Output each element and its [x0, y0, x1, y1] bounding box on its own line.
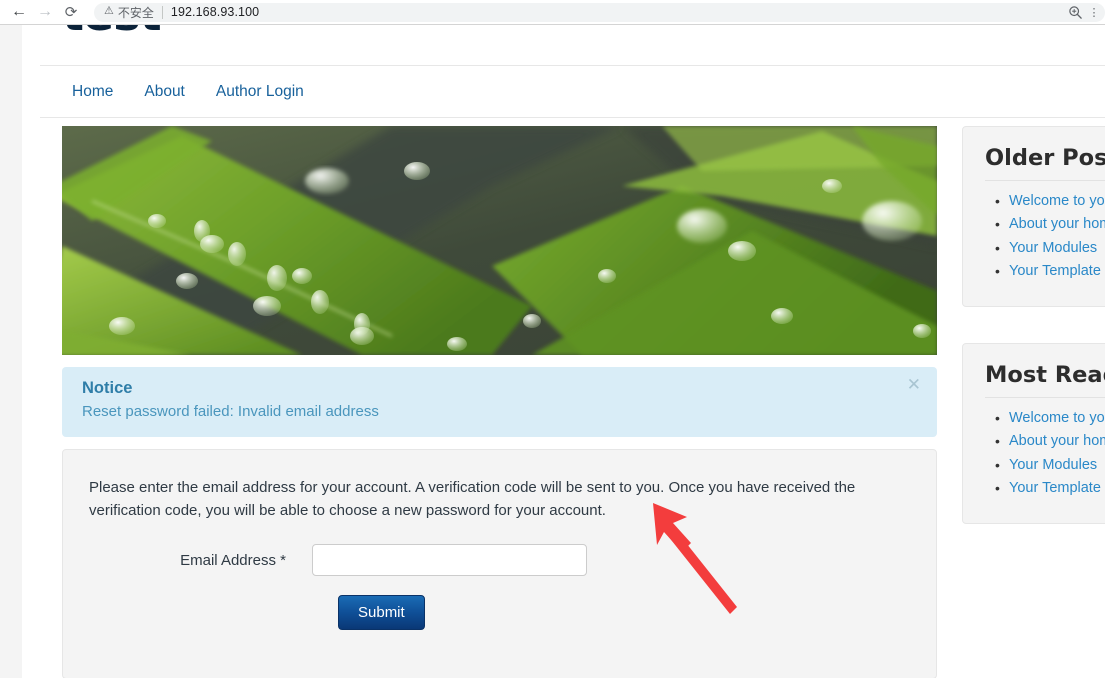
site-logo-text: test	[62, 25, 162, 37]
nav-item-about[interactable]: About	[144, 83, 185, 101]
sidebar-box-older-posts: Older Posts Welcome to your blog! About …	[962, 126, 1105, 307]
browser-toolbar: ← → ⟳ ⚠ 不安全 192.168.93.100 ⋮	[0, 0, 1105, 25]
back-arrow-icon[interactable]: ←	[6, 0, 32, 24]
sidebar: Older Posts Welcome to your blog! About …	[962, 126, 1105, 524]
older-posts-list: Welcome to your blog! About your home pa…	[985, 190, 1105, 284]
list-item[interactable]: Your Modules	[995, 237, 1105, 260]
address-bar[interactable]: ⚠ 不安全 192.168.93.100	[94, 2, 1105, 22]
sidebar-title-most-read-posts: Most Read Posts	[985, 362, 1105, 398]
email-field-label: Email Address *	[180, 551, 286, 569]
hero-image	[62, 126, 937, 355]
security-status-label: 不安全	[117, 5, 154, 20]
url-text: 192.168.93.100	[170, 5, 260, 19]
warning-triangle-icon: ⚠	[104, 5, 114, 17]
notice-alert: Notice Reset password failed: Invalid em…	[62, 367, 937, 437]
nav-list: Home About Author Login	[40, 66, 1105, 117]
browser-menu-icon[interactable]: ⋮	[1087, 6, 1101, 19]
nav-item-author-login[interactable]: Author Login	[216, 83, 304, 101]
list-item[interactable]: Your Modules	[995, 454, 1105, 477]
email-input[interactable]	[312, 544, 587, 576]
main-content: Notice Reset password failed: Invalid em…	[62, 126, 937, 678]
reset-password-form: Please enter the email address for your …	[62, 449, 937, 678]
omnibox-divider	[161, 5, 163, 19]
sidebar-title-older-posts: Older Posts	[985, 145, 1105, 181]
list-item[interactable]: Welcome to your blog!	[995, 407, 1105, 430]
notice-title: Notice	[82, 379, 133, 397]
close-x-icon[interactable]: ✕	[907, 377, 921, 394]
forward-arrow-icon[interactable]: →	[32, 0, 58, 24]
site-logo[interactable]: test	[40, 25, 1040, 47]
zoom-magnifier-icon[interactable]	[1063, 1, 1087, 25]
email-field-row: Email Address *	[89, 544, 910, 576]
page-viewport: test Home About Author Login	[0, 25, 1105, 678]
toolbar-right-group: ⋮	[1063, 0, 1101, 25]
main-navigation: Home About Author Login	[40, 65, 1105, 118]
notice-message: Reset password failed: Invalid email add…	[82, 402, 379, 420]
list-item[interactable]: Welcome to your blog!	[995, 190, 1105, 213]
submit-button[interactable]: Submit	[338, 595, 425, 631]
list-item[interactable]: About your home page	[995, 213, 1105, 236]
list-item[interactable]: About your home page	[995, 430, 1105, 453]
reload-icon[interactable]: ⟳	[58, 0, 84, 24]
form-description: Please enter the email address for your …	[89, 479, 856, 519]
most-read-posts-list: Welcome to your blog! About your home pa…	[985, 407, 1105, 501]
page-container: test Home About Author Login	[22, 25, 1105, 678]
sidebar-box-most-read-posts: Most Read Posts Welcome to your blog! Ab…	[962, 342, 1105, 524]
form-actions: Submit	[89, 595, 910, 631]
list-item[interactable]: Your Template	[995, 477, 1105, 500]
nav-item-home[interactable]: Home	[72, 83, 113, 101]
list-item[interactable]: Your Template	[995, 260, 1105, 283]
